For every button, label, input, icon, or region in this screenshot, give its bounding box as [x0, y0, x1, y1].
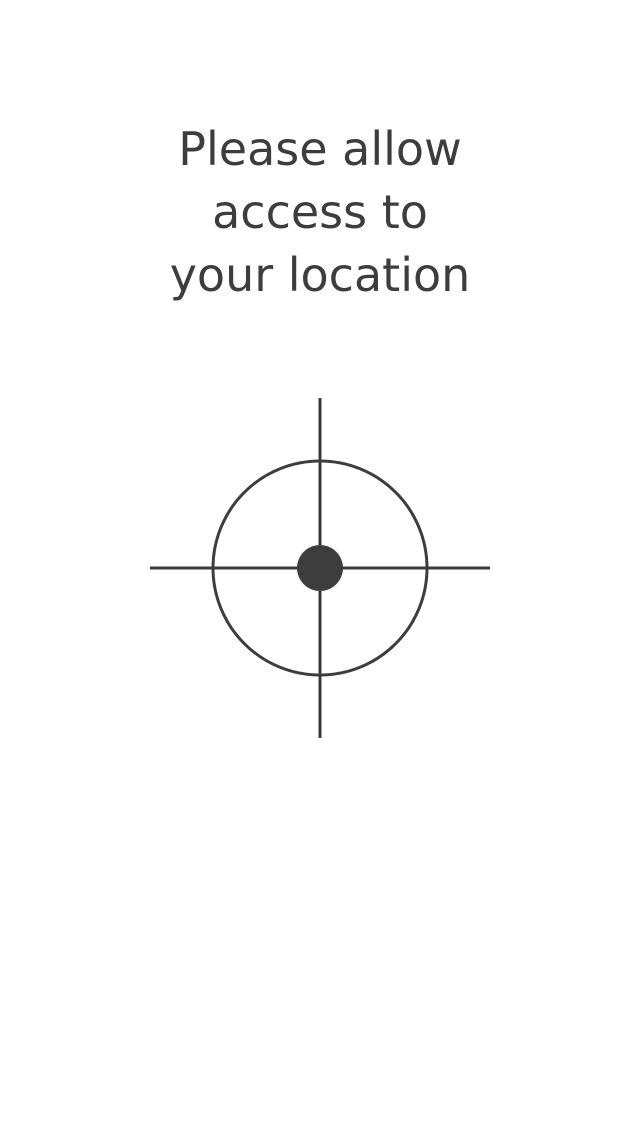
permission-message-line-2: access to — [212, 185, 428, 239]
location-crosshair-icon — [140, 388, 500, 748]
crosshair-center-dot — [297, 545, 343, 591]
permission-message-line-3: your location — [169, 248, 471, 302]
permission-message-line-1: Please allow — [178, 122, 462, 176]
permission-message: Please allow access to your location — [0, 118, 640, 307]
location-permission-screen: Please allow access to your location — [0, 0, 640, 1136]
